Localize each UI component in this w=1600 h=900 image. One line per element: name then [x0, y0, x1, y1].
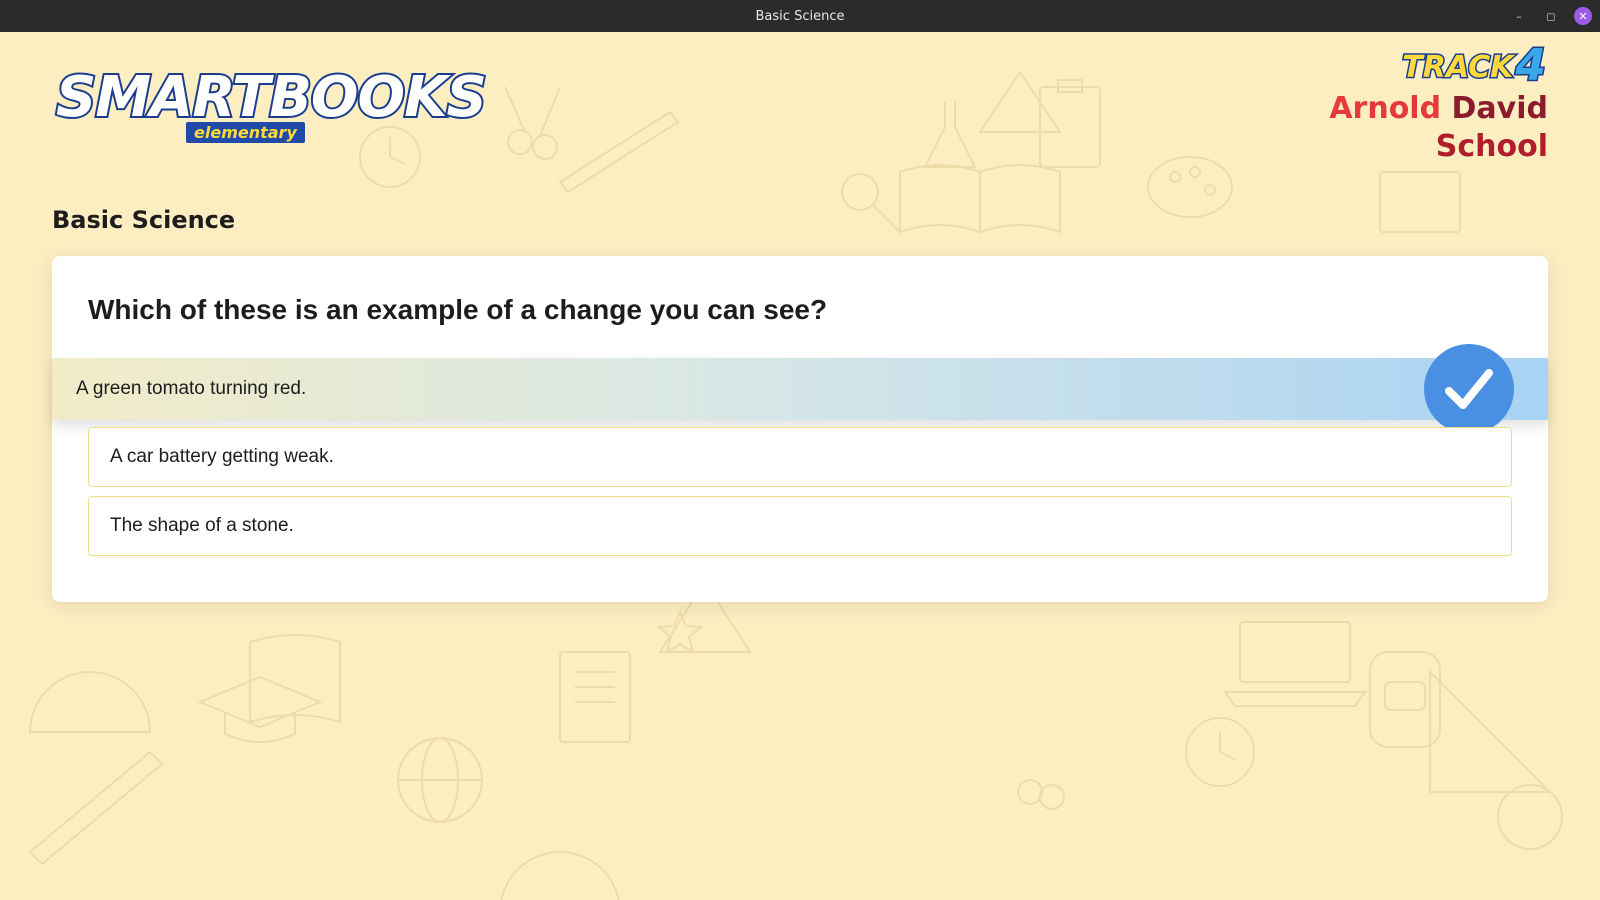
close-button[interactable]: ✕ [1574, 7, 1592, 25]
doodle-graduation-cap-icon [197, 675, 323, 743]
checkmark-glyph [1445, 369, 1493, 409]
school-name-line1: Arnold David [1329, 90, 1548, 128]
school-name-line2: School [1435, 129, 1548, 164]
doodle-book-icon [899, 164, 1061, 234]
doodle-stars-icon [656, 609, 704, 655]
window-title: Basic Science [755, 8, 845, 24]
maximize-button[interactable]: ◻ [1542, 7, 1560, 25]
school-name-word2: David [1451, 91, 1548, 126]
quiz-card: Which of these is an example of a change… [52, 256, 1548, 602]
smartbooks-logo: SMARTBOOKS elementary [54, 64, 489, 150]
track-label: TRACK [1401, 49, 1515, 87]
logo-wordmark: SMARTBOOKS [54, 64, 489, 132]
track-badge: TRACK 4 [1401, 40, 1548, 91]
doodle-ruler-icon [1429, 669, 1553, 793]
answer-option[interactable]: The shape of a stone. [88, 496, 1512, 556]
subject-title: Basic Science [52, 206, 236, 234]
doodle-clipboard-icon [1039, 79, 1101, 168]
doodle-alarm-clock-icon [1185, 717, 1563, 850]
close-icon: ✕ [1578, 9, 1588, 23]
answer-option-label: The shape of a stone. [110, 515, 294, 536]
doodle-lab-flask-icon [923, 102, 977, 168]
track-number: 4 [1514, 40, 1548, 91]
answer-option-label: A car battery getting weak. [110, 446, 334, 467]
doodle-magnifier-icon [841, 173, 901, 233]
logo-subtitle: elementary [186, 122, 305, 143]
school-name: Arnold David School [1329, 90, 1548, 166]
answer-option[interactable]: A car battery getting weak. [88, 427, 1512, 487]
check-icon [1424, 344, 1514, 434]
doodle-compass-icon [28, 671, 620, 900]
doodle-globe-icon [397, 737, 483, 823]
doodle-laptop-icon [1223, 621, 1367, 707]
window-titlebar: Basic Science – ◻ ✕ [0, 0, 1600, 32]
minimize-button[interactable]: – [1510, 7, 1528, 25]
answer-option-selected[interactable]: A green tomato turning red. [52, 344, 1548, 434]
school-name-word1: Arnold [1329, 91, 1442, 126]
answer-option-label: A green tomato turning red. [76, 378, 307, 399]
window-controls: – ◻ ✕ [1510, 0, 1592, 32]
question-text: Which of these is an example of a change… [88, 294, 828, 325]
doodle-palette-icon [1147, 156, 1233, 218]
